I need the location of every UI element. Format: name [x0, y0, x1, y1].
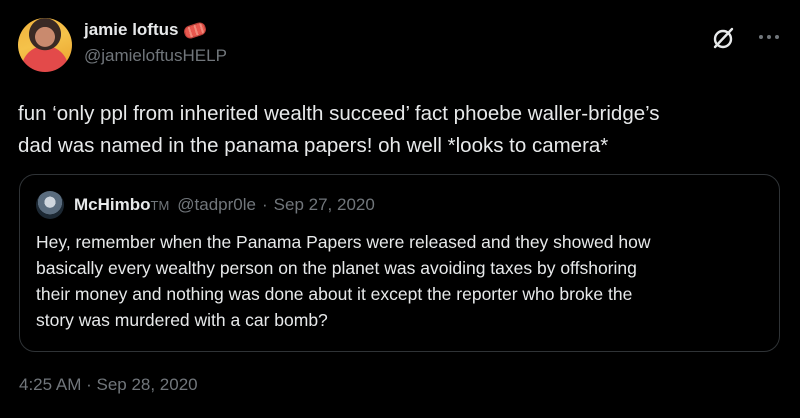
quoted-author-display-name[interactable]: McHimbo: [74, 195, 151, 215]
quoted-tweet-text: Hey, remember when the Panama Papers wer…: [36, 232, 651, 330]
author-handle[interactable]: @jamieloftusHELP: [84, 46, 227, 66]
tweet-timestamp[interactable]: 4:25 AM · Sep 28, 2020: [19, 375, 198, 395]
hot-dog-emoji-icon: [182, 20, 208, 40]
tweet[interactable]: jamie loftus @jamieloftusHELP fun ‘only …: [0, 0, 800, 418]
author-avatar[interactable]: [18, 18, 72, 72]
quoted-tweet[interactable]: McHimbo TM @tadpr0le · Sep 27, 2020 Hey,…: [19, 174, 780, 352]
tweet-text: fun ‘only ppl from inherited wealth succ…: [18, 102, 660, 157]
quoted-tweet-header: McHimbo TM @tadpr0le · Sep 27, 2020: [74, 195, 375, 215]
quoted-separator: ·: [261, 195, 268, 214]
quoted-author-handle[interactable]: @tadpr0le: [177, 195, 256, 215]
author-display-name[interactable]: jamie loftus: [84, 20, 178, 40]
quoted-tweet-date[interactable]: Sep 27, 2020: [274, 195, 375, 215]
grok-icon[interactable]: [709, 24, 737, 52]
author-name-row: jamie loftus: [84, 20, 208, 40]
more-icon[interactable]: [756, 24, 782, 50]
quoted-author-name-suffix: TM: [150, 198, 170, 213]
quoted-author-avatar[interactable]: [36, 191, 64, 219]
